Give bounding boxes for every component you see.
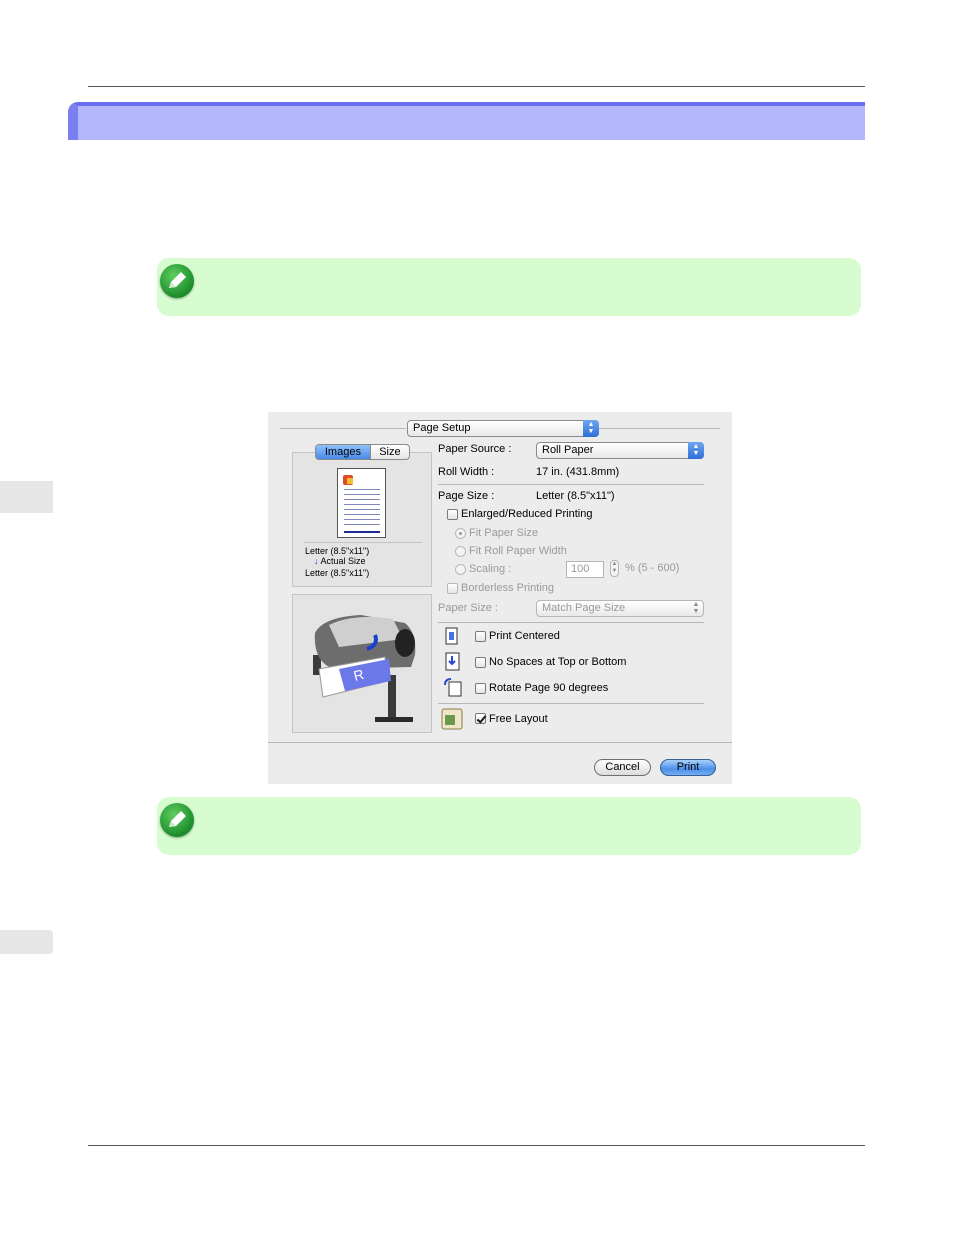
preview-tabs: Images Size bbox=[315, 444, 410, 460]
paper-source-label: Paper Source : bbox=[438, 443, 512, 455]
bottom-line bbox=[344, 531, 380, 533]
rotate-page-checkbox[interactable] bbox=[475, 683, 486, 694]
separator bbox=[438, 484, 704, 485]
page-setup-dialog: Page Setup ▲ ▼ Images Size Letter (8.5"x1… bbox=[268, 412, 732, 784]
scaling-radio[interactable] bbox=[455, 564, 466, 575]
fit-roll-width-radio[interactable] bbox=[455, 546, 466, 557]
paper-size-label: Paper Size : bbox=[438, 602, 498, 614]
enlarged-reduced-checkbox[interactable] bbox=[447, 509, 458, 520]
fit-paper-size-label: Fit Paper Size bbox=[469, 527, 539, 539]
roll-width-value: 17 in. (431.8mm) bbox=[536, 466, 620, 478]
page-setup-popup[interactable]: Page Setup ▲ ▼ bbox=[407, 420, 599, 437]
preview-arrow-label: Actual Size bbox=[320, 556, 366, 566]
preview-arrow-row: ↓ Actual Size bbox=[314, 556, 366, 566]
preview-to-size: Letter (8.5"x11") bbox=[305, 568, 370, 578]
pencil-note-icon bbox=[160, 803, 194, 837]
text-line bbox=[344, 514, 380, 515]
print-centered-icon bbox=[443, 627, 463, 647]
free-layout-icon bbox=[440, 707, 464, 731]
text-line bbox=[344, 509, 380, 510]
fit-roll-width-label: Fit Roll Paper Width bbox=[469, 545, 567, 557]
popup-arrows-icon: ▲ ▼ bbox=[692, 601, 700, 615]
scaling-stepper[interactable]: ▲ ▼ bbox=[610, 560, 619, 577]
print-centered-label: Print Centered bbox=[489, 630, 560, 642]
print-button[interactable]: Print bbox=[660, 759, 716, 776]
section-heading-bar bbox=[68, 102, 865, 140]
footer-rule bbox=[88, 1145, 865, 1146]
free-layout-label: Free Layout bbox=[489, 713, 548, 725]
image-preview-accent bbox=[347, 478, 353, 484]
page-size-label: Page Size : bbox=[438, 490, 495, 502]
pencil-note-icon bbox=[160, 264, 194, 298]
top-separator-left bbox=[280, 428, 406, 429]
scaling-input[interactable]: 100 bbox=[566, 561, 604, 578]
footer-separator bbox=[268, 742, 732, 743]
fit-paper-size-radio[interactable] bbox=[455, 528, 466, 539]
free-layout-checkbox[interactable] bbox=[475, 713, 486, 724]
text-line bbox=[344, 489, 380, 490]
paper-source-popup[interactable]: Roll Paper ▲ ▼ bbox=[536, 442, 704, 459]
paper-size-popup[interactable]: Match Page Size ▲ ▼ bbox=[536, 600, 704, 617]
page-setup-popup-label: Page Setup bbox=[413, 422, 471, 434]
text-line bbox=[344, 494, 380, 495]
page-size-value: Letter (8.5"x11") bbox=[536, 490, 615, 502]
separator bbox=[438, 622, 704, 623]
paper-source-value: Roll Paper bbox=[542, 444, 594, 456]
chapter-side-tab bbox=[0, 481, 53, 513]
paper-preview-thumbnail bbox=[337, 468, 386, 538]
header-rule bbox=[88, 86, 865, 87]
cancel-button[interactable]: Cancel bbox=[594, 759, 651, 776]
tab-images[interactable]: Images bbox=[316, 445, 370, 459]
scaling-label: Scaling : bbox=[469, 563, 512, 575]
preview-from-size: Letter (8.5"x11") bbox=[305, 546, 370, 556]
separator bbox=[438, 703, 704, 704]
enlarged-reduced-label: Enlarged/Reduced Printing bbox=[461, 508, 593, 520]
top-separator-right bbox=[598, 428, 720, 429]
no-spaces-label: No Spaces at Top or Bottom bbox=[489, 656, 627, 668]
text-line bbox=[344, 499, 380, 500]
tab-size[interactable]: Size bbox=[369, 445, 409, 459]
preview-separator bbox=[304, 542, 422, 543]
no-spaces-icon bbox=[443, 652, 463, 672]
printer-illustration-icon: R bbox=[313, 615, 416, 722]
text-line bbox=[344, 519, 380, 520]
page-side-tab bbox=[0, 930, 53, 954]
popup-arrows-icon: ▲ ▼ bbox=[688, 442, 704, 459]
print-centered-checkbox[interactable] bbox=[475, 631, 486, 642]
printer-image-panel: R bbox=[292, 594, 432, 733]
note-box-top bbox=[157, 258, 861, 316]
no-spaces-checkbox[interactable] bbox=[475, 657, 486, 668]
scaling-range-label: % (5 - 600) bbox=[625, 562, 680, 574]
note-box-bottom bbox=[157, 797, 861, 855]
paper-size-value: Match Page Size bbox=[542, 602, 626, 614]
text-line bbox=[344, 524, 380, 525]
rotate-page-icon bbox=[443, 677, 463, 697]
text-line bbox=[344, 504, 380, 505]
popup-arrows-icon: ▲ ▼ bbox=[583, 420, 599, 437]
roll-width-label: Roll Width : bbox=[438, 466, 495, 478]
rotate-page-label: Rotate Page 90 degrees bbox=[489, 682, 609, 694]
down-arrow-icon: ↓ bbox=[314, 556, 319, 566]
borderless-checkbox[interactable] bbox=[447, 583, 458, 594]
borderless-label: Borderless Printing bbox=[461, 582, 554, 594]
